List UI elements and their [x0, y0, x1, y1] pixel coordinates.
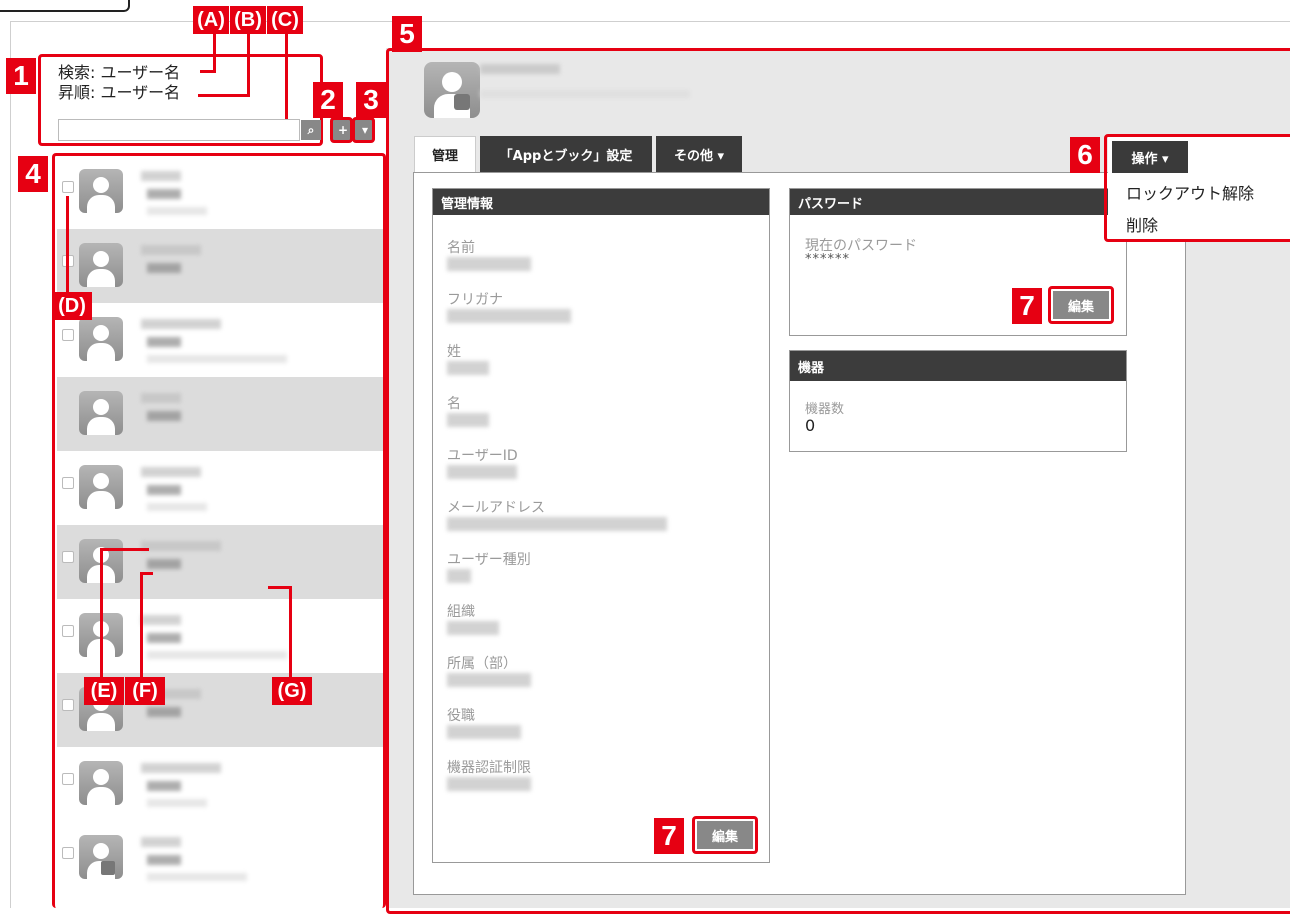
- annotation-badge-G: (G): [272, 677, 312, 705]
- operation-menu-highlight: [1104, 134, 1290, 242]
- redacted-email: [480, 90, 690, 98]
- tab-management[interactable]: 管理: [414, 136, 476, 172]
- redacted-name: [480, 64, 560, 74]
- field-label: 名前: [447, 240, 475, 256]
- user-list-highlight: [52, 153, 386, 908]
- edit-button-highlight: [692, 816, 758, 854]
- annotation-badge-1: 1: [6, 58, 36, 94]
- annotation-badge-E: (E): [84, 677, 124, 705]
- device-count-value: 0: [805, 416, 816, 435]
- field-label: ユーザー種別: [447, 552, 531, 568]
- edit-button-highlight: [1048, 286, 1114, 324]
- search-icon: ⌕: [307, 122, 315, 137]
- annotation-line: [100, 548, 149, 551]
- annotation-badge-F: (F): [125, 677, 165, 705]
- annotation-badge-3: 3: [356, 82, 386, 118]
- redacted-field-value: [447, 413, 489, 427]
- card-title: 機器: [790, 351, 1126, 381]
- redacted-field-value: [447, 777, 531, 791]
- annotation-badge-4: 4: [18, 156, 48, 192]
- field-label: メールアドレス: [447, 500, 545, 516]
- redacted-field-value: [447, 517, 667, 531]
- lock-icon: [454, 94, 470, 110]
- redacted-field-value: [447, 361, 489, 375]
- card-title: パスワード: [790, 189, 1126, 215]
- redacted-field-value: [447, 257, 531, 271]
- field-label: 姓: [447, 344, 461, 360]
- field-label: 所属（部）: [447, 656, 517, 672]
- redacted-field-value: [447, 569, 471, 583]
- annotation-line: [140, 572, 143, 678]
- annotation-badge-2: 2: [313, 82, 343, 118]
- annotation-line: [66, 196, 69, 296]
- redacted-field-value: [447, 465, 517, 479]
- annotation-badge-7: 7: [1012, 288, 1042, 324]
- search-button[interactable]: ⌕: [301, 120, 321, 140]
- redacted-field-value: [447, 621, 499, 635]
- window-corner: [0, 0, 130, 12]
- annotation-badge-C: (C): [267, 6, 303, 34]
- menu-button-highlight: [352, 117, 375, 143]
- avatar: [424, 62, 480, 118]
- annotation-badge-7: 7: [654, 818, 684, 854]
- redacted-field-value: [447, 673, 531, 687]
- card-title: 管理情報: [433, 189, 769, 215]
- annotation-badge-B: (B): [230, 6, 266, 34]
- tab-other[interactable]: その他 ▾: [656, 136, 742, 172]
- redacted-field-value: [447, 309, 571, 323]
- device-count-label: 機器数: [805, 402, 845, 417]
- annotation-line: [285, 28, 288, 133]
- field-label: 役職: [447, 708, 475, 724]
- field-label: 組織: [447, 604, 475, 620]
- annotation-line: [289, 586, 292, 678]
- search-input[interactable]: [58, 119, 300, 141]
- field-label: フリガナ: [447, 292, 503, 308]
- annotation-badge-D: (D): [52, 292, 92, 320]
- tab-app-book-settings[interactable]: 「Appとブック」設定: [480, 136, 652, 172]
- search-condition-text: 検索: ユーザー名: [58, 63, 181, 82]
- annotation-line: [198, 94, 250, 97]
- field-label: 名: [447, 396, 461, 412]
- annotation-badge-5: 5: [392, 16, 422, 52]
- divider: [10, 21, 11, 908]
- annotation-line: [100, 548, 103, 678]
- current-password-value: ******: [805, 252, 850, 267]
- redacted-field-value: [447, 725, 521, 739]
- annotation-badge-A: (A): [193, 6, 229, 34]
- annotation-badge-6: 6: [1070, 137, 1100, 173]
- sort-condition-text: 昇順: ユーザー名: [58, 83, 181, 102]
- field-label: 機器認証制限: [447, 760, 531, 776]
- annotation-line: [247, 28, 250, 97]
- add-button-highlight: [330, 117, 353, 143]
- annotation-line: [213, 28, 216, 73]
- field-label: ユーザーID: [447, 448, 518, 464]
